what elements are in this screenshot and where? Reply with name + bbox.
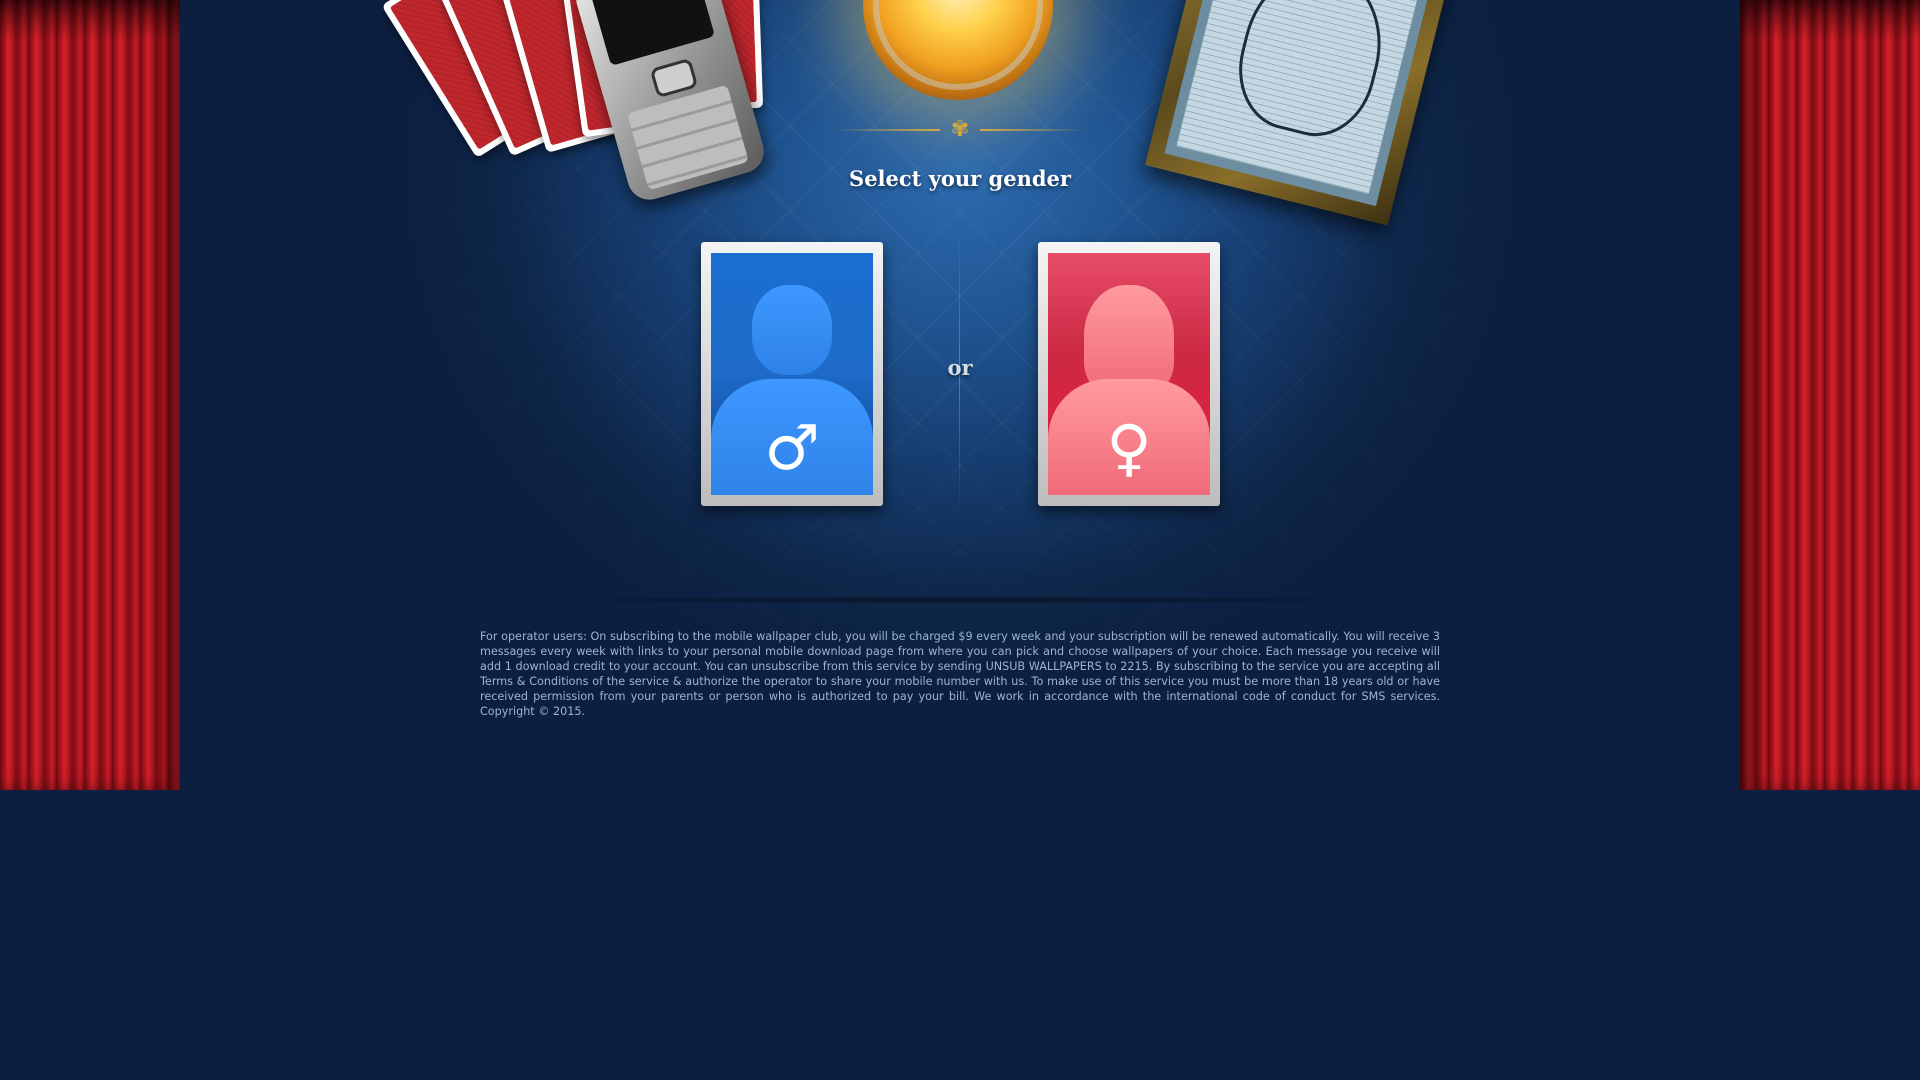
ornament-divider: ✾ [835,117,1085,142]
page: ✾ Select your gender ♂ or ♀ For operator… [0,0,1920,1080]
female-symbol-icon: ♀ [1106,411,1152,484]
male-silhouette-head [752,285,832,375]
horizontal-shadow-divider [510,596,1410,604]
curtain-left [0,0,180,790]
female-option-button[interactable]: ♀ [1038,242,1220,506]
palmistry-drawing [1176,0,1434,194]
or-label: or [947,355,973,380]
ornament-line-left [835,129,940,131]
phone-screen [589,0,716,66]
curtain-right [1740,0,1920,790]
phone-dpad [649,57,699,99]
hand-outline [1225,0,1398,148]
ornament-flower-icon: ✾ [950,117,970,142]
subscription-disclaimer: For operator users: On subscribing to th… [480,630,1440,718]
male-symbol-icon: ♂ [764,411,820,484]
ornament-line-right [980,129,1085,131]
male-option-button[interactable]: ♂ [701,242,883,506]
palm-picture-frame-decoration [1145,0,1465,226]
female-card-face: ♀ [1048,253,1210,495]
page-title: Select your gender [849,166,1071,191]
male-card-face: ♂ [711,253,873,495]
